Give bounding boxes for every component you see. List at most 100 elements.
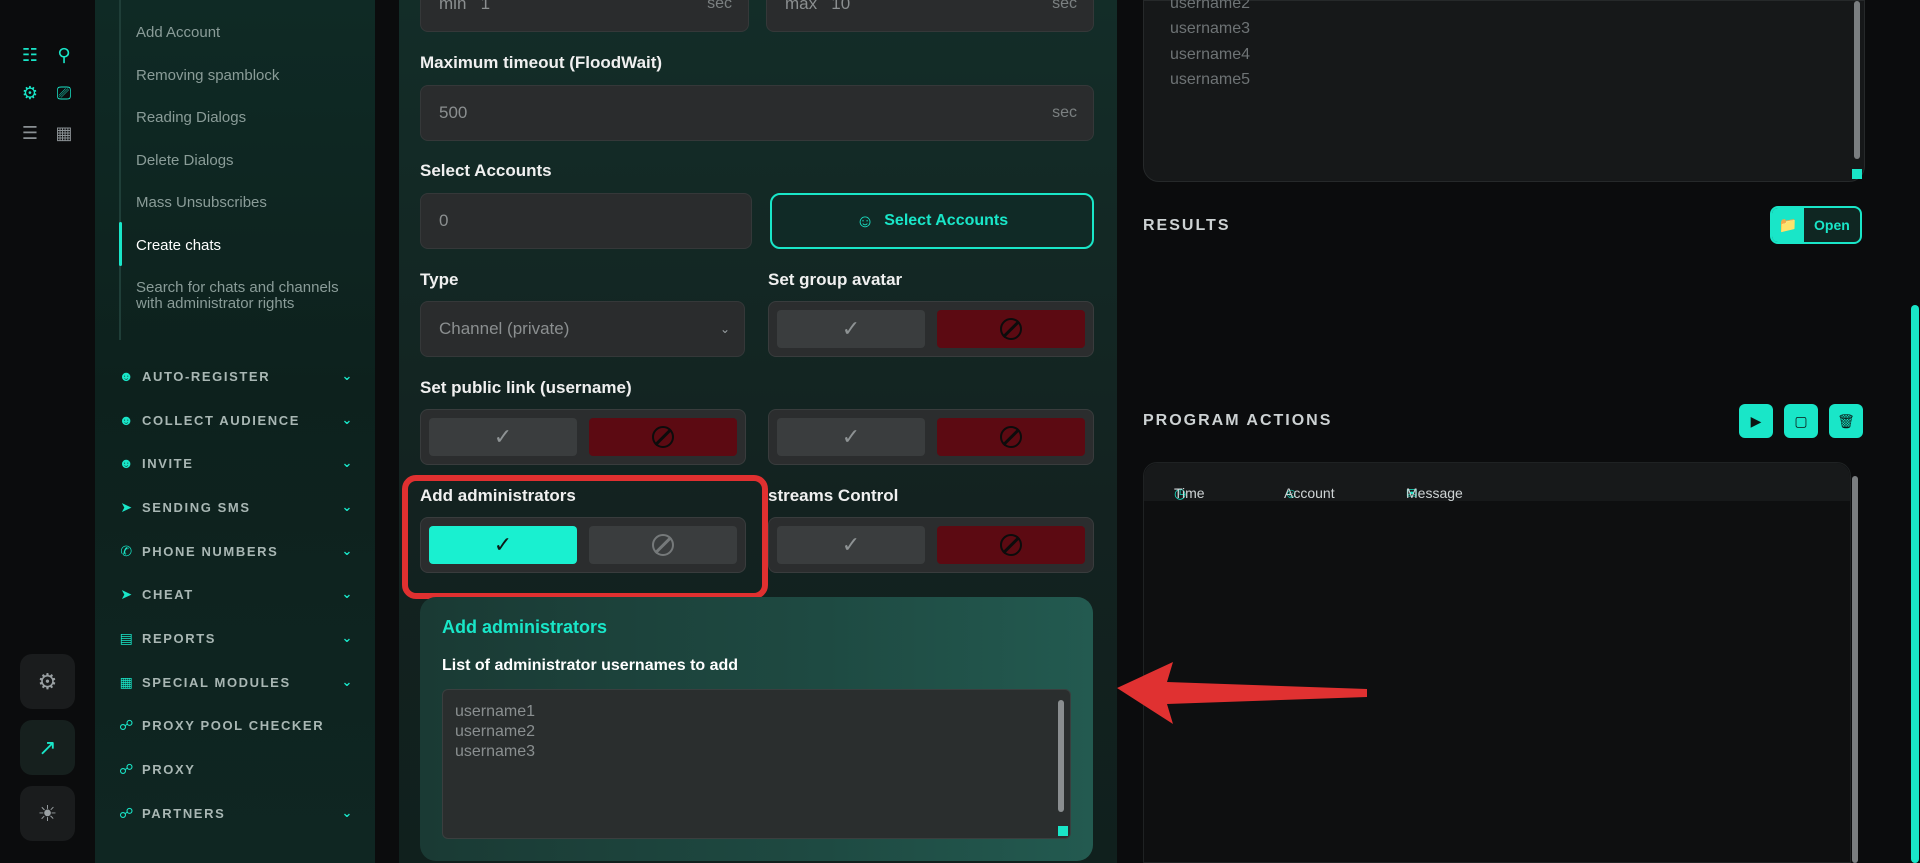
chevron-down-icon: ⌄: [341, 805, 354, 820]
textarea-scrollbar[interactable]: [1058, 700, 1064, 812]
chevron-down-icon: ⌄: [341, 586, 354, 601]
sidebar-section-partners[interactable]: ☍ PARTNERS ⌄: [118, 802, 354, 824]
chevron-down-icon: ⌄: [341, 455, 354, 470]
active-indicator: [119, 222, 122, 266]
sidebar-item-search-admin-chats[interactable]: Search for chats and channels with admin…: [136, 280, 351, 312]
sidebar-section-phone-numbers[interactable]: ✆ PHONE NUMBERS ⌄: [118, 540, 354, 562]
external-link-button[interactable]: ↗: [20, 720, 75, 775]
sidebar-section-cheat[interactable]: ➤ CHEAT ⌄: [118, 583, 354, 605]
play-icon: ▶: [1750, 412, 1762, 429]
log-scrollbar[interactable]: [1852, 476, 1858, 863]
chevron-down-icon: ⌄: [341, 412, 354, 427]
sidebar-section-auto-register[interactable]: ☻ AUTO-REGISTER ⌄: [118, 365, 354, 387]
sidebar-item-removing-spamblock[interactable]: Removing spamblock: [136, 67, 279, 84]
sidebar-item-add-account[interactable]: Add Account: [136, 24, 220, 41]
disable-button[interactable]: [937, 526, 1085, 564]
network-icon: ☍: [119, 760, 135, 777]
user-plus-icon: ☻: [118, 368, 136, 384]
streams-control-toggle: ✓: [768, 517, 1094, 573]
stop-icon: ▢: [1794, 412, 1808, 429]
stop-button[interactable]: ▢: [1784, 404, 1818, 438]
network-icon: ☍: [119, 804, 135, 821]
program-actions-header: PROGRAM ACTIONS: [1143, 412, 1333, 429]
open-button-label: Open: [1814, 217, 1850, 233]
sidebar-item-mass-unsubscribes[interactable]: Mass Unsubscribes: [136, 194, 267, 211]
list-item: username3: [1170, 20, 1251, 37]
floodwait-label: Maximum timeout (FloodWait): [420, 53, 663, 72]
chevron-down-icon: ⌄: [341, 543, 354, 558]
section-label: PARTNERS: [142, 805, 226, 821]
resize-handle[interactable]: [1058, 826, 1068, 836]
sidebar-item-reading-dialogs[interactable]: Reading Dialogs: [136, 109, 246, 126]
disable-button[interactable]: [937, 310, 1085, 348]
sidebar-section-special-modules[interactable]: ▦ SPECIAL MODULES ⌄: [118, 671, 354, 693]
gear-icon[interactable]: ⚙: [19, 82, 41, 104]
admins-list-label: List of administrator usernames to add: [442, 657, 739, 674]
enable-button[interactable]: ✓: [777, 418, 925, 456]
sidebar-section-reports[interactable]: ▤ REPORTS ⌄: [118, 627, 354, 649]
chevron-down-icon: ⌄: [341, 368, 354, 383]
admins-usernames-textarea[interactable]: username1 username2 username3: [442, 689, 1071, 839]
check-icon: ✓: [841, 424, 861, 449]
section-label: COLLECT AUDIENCE: [142, 412, 301, 428]
enable-button[interactable]: ✓: [429, 418, 577, 456]
chevron-down-icon: ⌄: [341, 674, 354, 689]
code-window-icon[interactable]: ⎚: [53, 82, 75, 104]
column-label: Time: [1174, 485, 1205, 501]
sidebar-section-invite[interactable]: ☻ INVITE ⌄: [118, 452, 354, 474]
settings-button[interactable]: ⚙: [20, 654, 75, 709]
max-value: 10: [831, 0, 851, 13]
sidebar-section-collect-audience[interactable]: ☻ COLLECT AUDIENCE ⌄: [118, 409, 354, 431]
sidebar-item-delete-dialogs[interactable]: Delete Dialogs: [136, 152, 234, 169]
enable-button[interactable]: ✓: [777, 526, 925, 564]
accounts-count: 0: [439, 211, 449, 230]
open-results-button[interactable]: 📁 Open: [1770, 206, 1862, 244]
page-scroll-area: [1871, 0, 1920, 863]
sidebar-item-create-chats[interactable]: Create chats: [136, 237, 221, 254]
type-select[interactable]: Channel (private) ⌄: [420, 301, 745, 357]
min-delay-input[interactable]: min 1 sec: [420, 0, 749, 32]
section-label: SPECIAL MODULES: [142, 674, 291, 690]
column-label: Account: [1284, 485, 1335, 501]
usernames-list-box[interactable]: username2 username3 username4 username5: [1143, 0, 1865, 182]
checklist-icon[interactable]: ☰: [19, 122, 41, 144]
modules-icon: ▦: [119, 673, 135, 690]
database-settings-icon[interactable]: ☷: [19, 44, 41, 66]
network-icon: ☍: [119, 716, 135, 733]
max-prefix: max: [785, 0, 818, 13]
accounts-count-field: 0: [420, 193, 752, 249]
sidebar-section-sending-sms[interactable]: ➤ SENDING SMS ⌄: [118, 496, 354, 518]
floodwait-input[interactable]: 500 sec: [420, 85, 1094, 141]
theme-toggle-button[interactable]: ☀: [20, 786, 75, 841]
list-scrollbar[interactable]: [1854, 1, 1860, 159]
sidebar-section-proxy[interactable]: ☍ PROXY: [118, 758, 354, 780]
resize-handle[interactable]: [1852, 169, 1862, 179]
play-button[interactable]: ▶: [1739, 404, 1773, 438]
page-scrollbar[interactable]: [1911, 305, 1919, 863]
column-gap: [375, 0, 399, 863]
sidebar-nav: Add Account Removing spamblock Reading D…: [95, 0, 375, 863]
unit-suffix: sec: [1052, 104, 1077, 121]
section-label: PROXY: [142, 761, 196, 777]
disable-button[interactable]: [937, 418, 1085, 456]
type-label: Type: [420, 270, 459, 289]
sidebar-section-proxy-pool-checker[interactable]: ☍ PROXY POOL CHECKER: [118, 714, 354, 736]
clear-log-button[interactable]: 🗑: [1829, 404, 1863, 438]
section-label: AUTO-REGISTER: [142, 368, 271, 384]
select-accounts-button[interactable]: ☺ Select Accounts: [770, 193, 1094, 249]
location-user-icon[interactable]: ⚲: [53, 44, 75, 66]
placeholder-line: username1: [455, 703, 536, 720]
disable-button[interactable]: [589, 418, 737, 456]
enable-button[interactable]: ✓: [777, 310, 925, 348]
unit-suffix: sec: [707, 0, 732, 12]
section-label: INVITE: [142, 455, 194, 471]
set-group-avatar-label: Set group avatar: [768, 270, 903, 289]
ban-icon: [1000, 534, 1022, 556]
max-delay-input[interactable]: max 10 sec: [766, 0, 1094, 32]
chevron-down-icon: ⌄: [719, 322, 730, 336]
grid-icon[interactable]: ▦: [53, 122, 75, 144]
report-icon: ▤: [119, 629, 135, 646]
user-icon: ☺: [855, 210, 875, 231]
select-accounts-label: Select Accounts: [420, 161, 552, 180]
trash-icon: 🗑: [1837, 412, 1855, 429]
